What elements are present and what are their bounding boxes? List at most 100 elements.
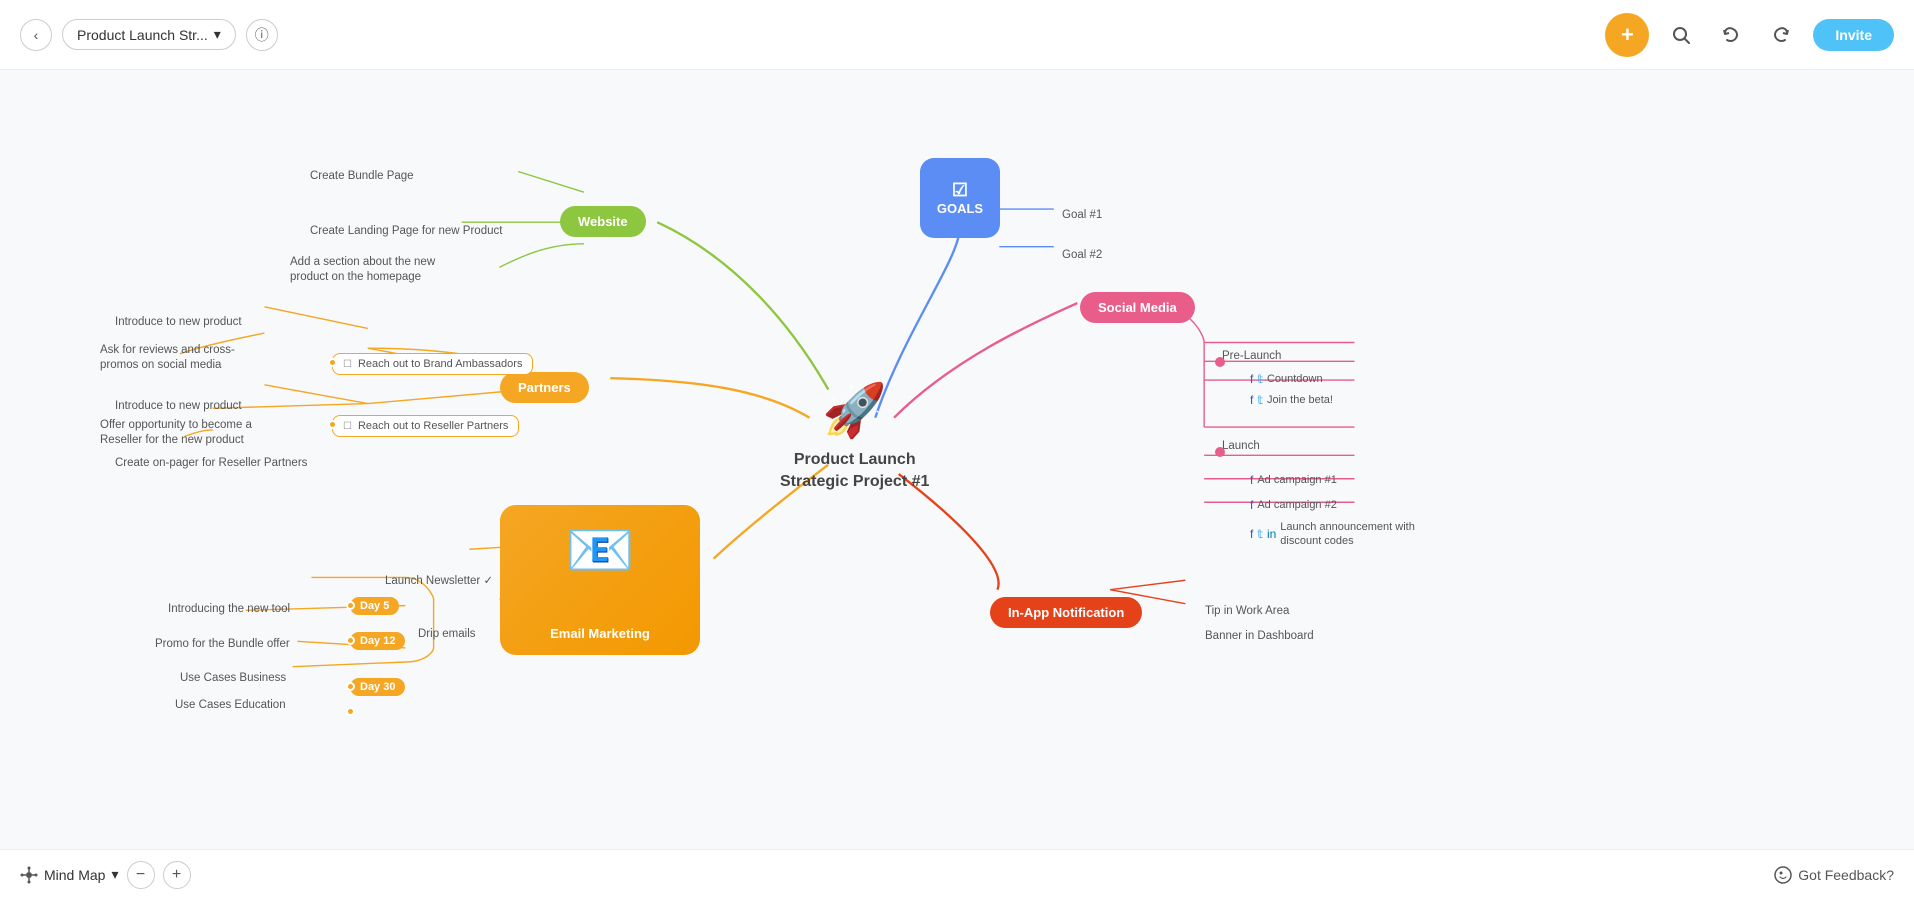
mindmap-icon bbox=[20, 866, 38, 884]
announcement-label: Launch announcement with discount codes bbox=[1280, 520, 1450, 549]
day12-dot bbox=[346, 636, 355, 645]
checkbox-icon-2: ☐ bbox=[343, 421, 352, 432]
invite-button[interactable]: Invite bbox=[1813, 19, 1894, 51]
header-left: ‹ Product Launch Str... ▾ ⓘ bbox=[20, 19, 278, 51]
add-section-label: Add a section about the new product on t… bbox=[290, 255, 460, 285]
beta-label: Join the beta! bbox=[1267, 394, 1333, 406]
goals-node[interactable]: ☑ GOALS bbox=[920, 158, 1000, 238]
social-ad1: f Ad campaign #1 bbox=[1250, 473, 1337, 487]
email-label: Email Marketing bbox=[550, 626, 650, 641]
undo-icon bbox=[1721, 25, 1741, 45]
add-button[interactable]: + bbox=[1605, 13, 1649, 57]
search-button[interactable] bbox=[1663, 17, 1699, 53]
central-node: 🚀 Product Launch Strategic Project #1 bbox=[780, 380, 929, 494]
search-icon bbox=[1671, 25, 1691, 45]
inapp-label: In-App Notification bbox=[1008, 605, 1124, 620]
reseller-dot bbox=[328, 420, 337, 429]
facebook-icon: f bbox=[1250, 393, 1253, 407]
info-button[interactable]: ⓘ bbox=[246, 19, 278, 51]
pre-launch-dot bbox=[1215, 357, 1225, 367]
feedback-label: Got Feedback? bbox=[1798, 867, 1894, 883]
facebook-icon: f bbox=[1250, 372, 1253, 386]
email-marketing-node[interactable]: 📧 Email Marketing bbox=[500, 505, 700, 655]
redo-icon bbox=[1771, 25, 1791, 45]
inapp-node[interactable]: In-App Notification bbox=[990, 597, 1142, 628]
drip-emails-label: Drip emails bbox=[418, 628, 476, 640]
create-bundle-label: Create Bundle Page bbox=[310, 170, 414, 182]
intro-new-product-1: Introduce to new product bbox=[115, 316, 242, 328]
banner-label: Banner in Dashboard bbox=[1205, 630, 1314, 642]
header-right: + Invite bbox=[1605, 13, 1894, 57]
on-pager-label: Create on-pager for Reseller Partners bbox=[115, 457, 307, 469]
tip-work-label: Tip in Work Area bbox=[1205, 605, 1289, 617]
website-label: Website bbox=[578, 214, 628, 229]
checkbox-icon: ☐ bbox=[343, 359, 352, 370]
ask-reviews-label: Ask for reviews and cross-promos on soci… bbox=[100, 343, 270, 373]
reseller-opportunity-label: Offer opportunity to become a Reseller f… bbox=[100, 418, 270, 448]
undo-button[interactable] bbox=[1713, 17, 1749, 53]
day5-dot bbox=[346, 601, 355, 610]
goals-label: GOALS bbox=[937, 201, 983, 216]
twitter-icon: 𝕥 bbox=[1257, 527, 1263, 543]
twitter-icon: 𝕥 bbox=[1257, 372, 1263, 386]
email-illustration: 📧 bbox=[565, 517, 635, 583]
intro-tool-label: Introducing the new tool bbox=[168, 603, 290, 615]
day30-badge: Day 30 bbox=[350, 678, 405, 696]
project-title-label: Product Launch Str... bbox=[77, 27, 208, 43]
ambassador-dot bbox=[328, 358, 337, 367]
redo-button[interactable] bbox=[1763, 17, 1799, 53]
pre-launch-label: Pre-Launch bbox=[1222, 350, 1281, 362]
promo-bundle-label: Promo for the Bundle offer bbox=[155, 638, 290, 650]
launch-newsletter-label: Launch Newsletter ✓ bbox=[385, 573, 493, 587]
social-announcement: f 𝕥 in Launch announcement with discount… bbox=[1250, 520, 1450, 549]
goal2-label: Goal #2 bbox=[1062, 249, 1102, 261]
facebook-icon: f bbox=[1250, 498, 1253, 512]
partners-label: Partners bbox=[518, 380, 571, 395]
facebook-icon: f bbox=[1250, 527, 1253, 543]
website-node[interactable]: Website bbox=[560, 206, 646, 237]
canvas: 🚀 Product Launch Strategic Project #1 ☑ … bbox=[0, 70, 1914, 849]
footer-left: Mind Map ▾ − + bbox=[20, 861, 191, 889]
ad1-label: Ad campaign #1 bbox=[1257, 474, 1337, 486]
zoom-controls: − + bbox=[127, 861, 191, 889]
create-landing-label: Create Landing Page for new Product bbox=[310, 225, 502, 237]
partners-node[interactable]: Partners bbox=[500, 372, 589, 403]
day30-dot-1 bbox=[346, 682, 355, 691]
feedback-icon bbox=[1774, 866, 1792, 884]
use-cases-edu-label: Use Cases Education bbox=[175, 699, 286, 711]
twitter-icon: 𝕥 bbox=[1257, 393, 1263, 407]
goals-icon: ☑ bbox=[952, 180, 968, 201]
social-countdown: f 𝕥 Countdown bbox=[1250, 372, 1323, 386]
launch-dot bbox=[1215, 447, 1225, 457]
day12-badge: Day 12 bbox=[350, 632, 405, 650]
mindmap-dropdown-icon: ▾ bbox=[111, 866, 118, 883]
brand-ambassador-box: ☐ Reach out to Brand Ambassadors bbox=[332, 353, 533, 375]
intro-new-product-2: Introduce to new product bbox=[115, 400, 242, 412]
zoom-out-button[interactable]: − bbox=[127, 861, 155, 889]
back-button[interactable]: ‹ bbox=[20, 19, 52, 51]
day30-dot-2 bbox=[346, 707, 355, 716]
social-media-label: Social Media bbox=[1098, 300, 1177, 315]
day5-badge: Day 5 bbox=[350, 597, 399, 615]
dropdown-icon: ▾ bbox=[214, 26, 221, 43]
header: ‹ Product Launch Str... ▾ ⓘ + bbox=[0, 0, 1914, 70]
central-icon: 🚀 bbox=[822, 380, 887, 441]
use-cases-business-label: Use Cases Business bbox=[180, 672, 286, 684]
linkedin-icon: in bbox=[1267, 527, 1276, 543]
ad2-label: Ad campaign #2 bbox=[1257, 499, 1337, 511]
central-title: Product Launch Strategic Project #1 bbox=[780, 449, 929, 494]
feedback-button[interactable]: Got Feedback? bbox=[1774, 866, 1894, 884]
footer: Mind Map ▾ − + Got Feedback? bbox=[0, 849, 1914, 899]
countdown-label: Countdown bbox=[1267, 373, 1323, 385]
reseller-partner-box: ☐ Reach out to Reseller Partners bbox=[332, 415, 519, 437]
mindmap-button[interactable]: Mind Map ▾ bbox=[20, 866, 119, 884]
project-title-button[interactable]: Product Launch Str... ▾ bbox=[62, 19, 236, 50]
launch-label: Launch bbox=[1222, 440, 1260, 452]
social-beta: f 𝕥 Join the beta! bbox=[1250, 393, 1333, 407]
social-media-node[interactable]: Social Media bbox=[1080, 292, 1195, 323]
facebook-icon: f bbox=[1250, 473, 1253, 487]
mindmap-label: Mind Map bbox=[44, 867, 105, 883]
social-ad2: f Ad campaign #2 bbox=[1250, 498, 1337, 512]
zoom-in-button[interactable]: + bbox=[163, 861, 191, 889]
goal1-label: Goal #1 bbox=[1062, 209, 1102, 221]
